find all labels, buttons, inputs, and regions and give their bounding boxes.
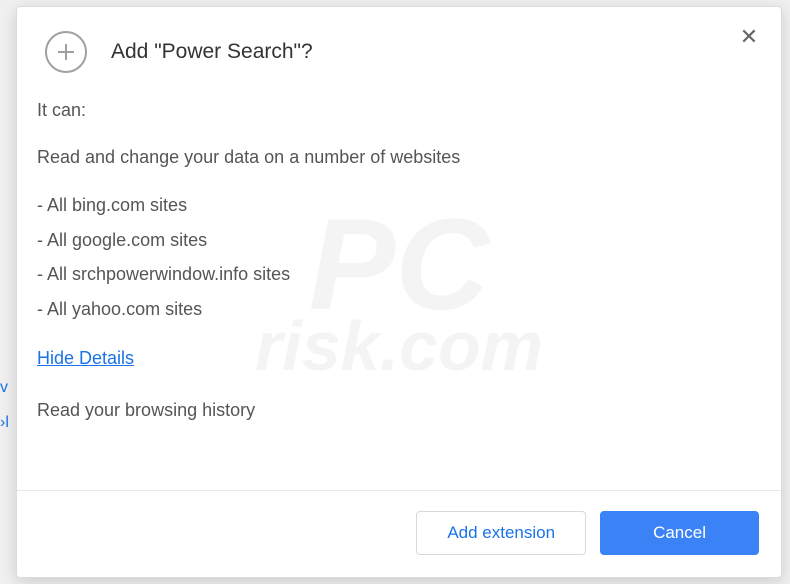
dialog-title: Add "Power Search"? bbox=[111, 40, 313, 64]
add-extension-button[interactable]: Add extension bbox=[416, 511, 586, 555]
close-button[interactable]: ✕ bbox=[735, 23, 763, 51]
permissions-intro: It can: bbox=[37, 95, 753, 126]
extension-install-dialog: PC risk.com Add "Power Search"? ✕ It can… bbox=[16, 6, 782, 578]
list-item: All bing.com sites bbox=[37, 188, 753, 223]
list-item: All srchpowerwindow.info sites bbox=[37, 257, 753, 292]
permission-data-access: Read and change your data on a number of… bbox=[37, 142, 753, 173]
hide-details-link[interactable]: Hide Details bbox=[37, 343, 134, 374]
list-item: All google.com sites bbox=[37, 223, 753, 258]
cancel-button[interactable]: Cancel bbox=[600, 511, 759, 555]
dialog-footer: Add extension Cancel bbox=[17, 490, 781, 577]
permission-browsing-history: Read your browsing history bbox=[37, 395, 753, 466]
background-text: v›l bbox=[0, 370, 9, 440]
close-icon: ✕ bbox=[740, 24, 758, 50]
list-item: All yahoo.com sites bbox=[37, 292, 753, 327]
dialog-header: Add "Power Search"? bbox=[17, 7, 781, 95]
sites-list: All bing.com sites All google.com sites … bbox=[37, 188, 753, 326]
extension-plus-icon bbox=[45, 31, 87, 73]
permissions-scroll-area[interactable]: It can: Read and change your data on a n… bbox=[17, 95, 781, 490]
